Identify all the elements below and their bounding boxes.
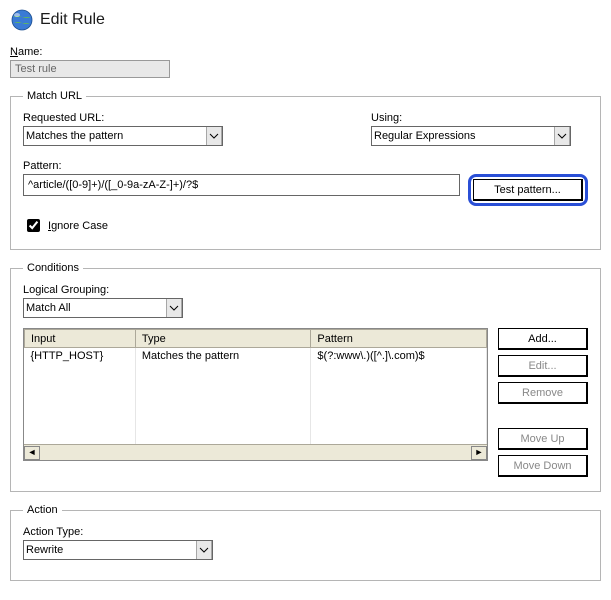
col-type[interactable]: Type [135, 330, 311, 348]
test-pattern-highlight: Test pattern... [468, 174, 588, 206]
page-title: Edit Rule [40, 11, 105, 29]
cell-input: {HTTP_HOST} [25, 348, 136, 365]
using-select[interactable]: Regular Expressions [371, 126, 571, 146]
cell-pattern: $(?:www\.)([^.]\.com)$ [311, 348, 487, 365]
table-header-row: Input Type Pattern [25, 330, 487, 348]
requested-url-select[interactable]: Matches the pattern [23, 126, 223, 146]
conditions-table[interactable]: Input Type Pattern {HTTP_HOST} Matches t… [24, 329, 487, 444]
globe-icon [10, 8, 34, 32]
scroll-right-icon[interactable]: ► [471, 446, 487, 460]
logical-grouping-label: Logical Grouping: [23, 284, 588, 296]
requested-url-label: Requested URL: [23, 112, 323, 124]
pattern-label: Pattern: [23, 160, 588, 172]
conditions-table-wrap: Input Type Pattern {HTTP_HOST} Matches t… [23, 328, 488, 461]
match-url-group: Match URL Requested URL: Matches the pat… [10, 90, 601, 250]
pattern-input[interactable] [23, 174, 460, 196]
table-row: . [25, 364, 487, 380]
action-group: Action Action Type: Rewrite [10, 504, 601, 581]
remove-condition-button[interactable]: Remove [498, 382, 588, 404]
table-row: . [25, 380, 487, 396]
conditions-group: Conditions Logical Grouping: Match All I… [10, 262, 601, 492]
name-section: Name: [10, 46, 601, 78]
conditions-legend: Conditions [23, 262, 83, 274]
add-condition-button[interactable]: Add... [498, 328, 588, 350]
edit-condition-button[interactable]: Edit... [498, 355, 588, 377]
logical-grouping-select[interactable]: Match All [23, 298, 183, 318]
ignore-case-label: Ignore Case [48, 220, 108, 232]
action-type-select[interactable]: Rewrite [23, 540, 213, 560]
table-row: . [25, 396, 487, 412]
match-url-legend: Match URL [23, 90, 86, 102]
page-header: Edit Rule [10, 8, 601, 32]
scroll-left-icon[interactable]: ◄ [24, 446, 40, 460]
move-up-button[interactable]: Move Up [498, 428, 588, 450]
table-row: . [25, 428, 487, 444]
horizontal-scrollbar[interactable]: ◄ ► [24, 444, 487, 460]
table-row[interactable]: {HTTP_HOST} Matches the pattern $(?:www\… [25, 348, 487, 365]
action-type-label: Action Type: [23, 526, 588, 538]
using-label: Using: [371, 112, 588, 124]
move-down-button[interactable]: Move Down [498, 455, 588, 477]
test-pattern-button[interactable]: Test pattern... [473, 179, 583, 201]
cell-type: Matches the pattern [135, 348, 311, 365]
table-row: . [25, 412, 487, 428]
action-legend: Action [23, 504, 62, 516]
ignore-case-checkbox[interactable] [27, 219, 40, 232]
name-input[interactable] [10, 60, 170, 78]
name-label: Name: [10, 46, 601, 58]
col-input[interactable]: Input [25, 330, 136, 348]
col-pattern[interactable]: Pattern [311, 330, 487, 348]
